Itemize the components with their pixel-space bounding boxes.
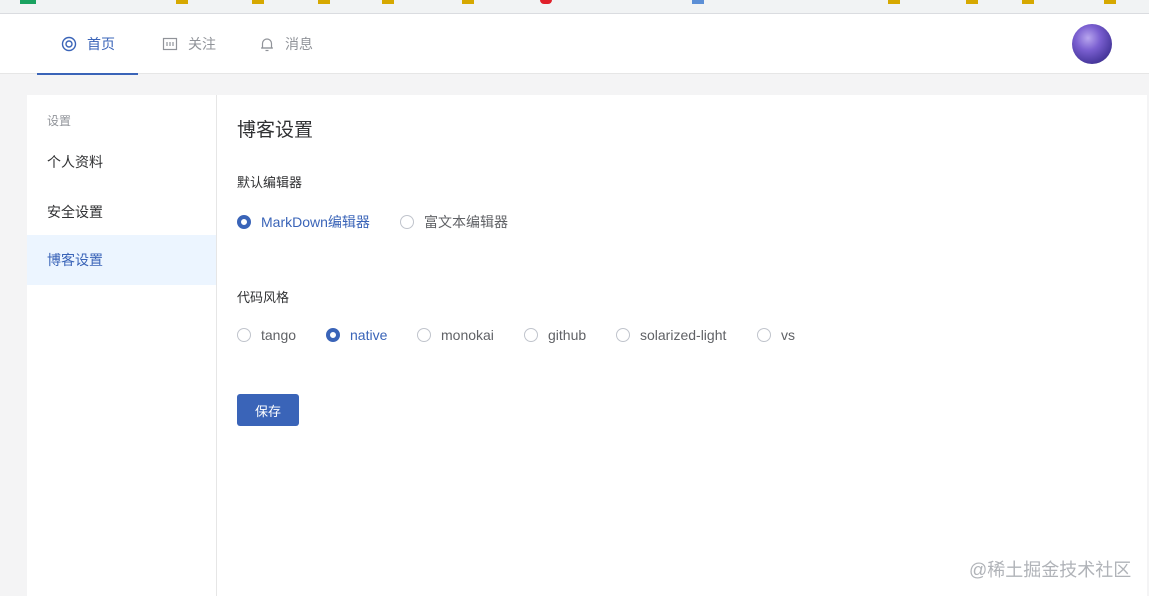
radio-markdown-editor[interactable]: MarkDown编辑器 <box>237 212 370 232</box>
radio-monokai[interactable]: monokai <box>417 327 494 343</box>
radio-vs[interactable]: vs <box>757 327 795 343</box>
settings-sidebar: 设置 个人资料 安全设置 博客设置 <box>27 95 217 596</box>
radio-indicator <box>524 328 538 342</box>
radio-github[interactable]: github <box>524 327 586 343</box>
radio-label: vs <box>781 327 795 343</box>
code-style-section-label: 代码风格 <box>237 290 290 305</box>
bookmark-icon <box>20 0 36 4</box>
sidebar-item-security[interactable]: 安全设置 <box>27 187 216 237</box>
radio-solarized-light[interactable]: solarized-light <box>616 327 726 343</box>
nav-item-messages[interactable]: 消息 <box>259 14 313 74</box>
bookmark-icon <box>252 0 264 4</box>
radio-label: github <box>548 327 587 343</box>
radio-indicator <box>326 328 340 342</box>
radio-richtext-editor[interactable]: 富文本编辑器 <box>400 212 508 232</box>
radio-label: native <box>350 327 388 343</box>
bell-icon <box>261 38 273 52</box>
bookmark-icon <box>966 0 978 4</box>
top-navigation: 首页 关注 消息 <box>0 14 1149 75</box>
bookmark-icon <box>692 0 704 4</box>
nav-item-label: 首页 <box>87 36 115 52</box>
page-title: 博客设置 <box>237 120 314 141</box>
bookmark-icon <box>540 0 552 4</box>
radio-label: solarized-light <box>640 327 727 343</box>
nav-item-label: 消息 <box>285 36 313 52</box>
avatar[interactable] <box>1072 24 1112 64</box>
radio-label: 富文本编辑器 <box>424 214 508 230</box>
bookmark-icon <box>888 0 900 4</box>
nav-item-label: 关注 <box>188 36 216 52</box>
home-icon <box>61 36 77 52</box>
browser-bookmark-strip <box>0 0 1149 14</box>
watermark: @稀土掘金技术社区 <box>969 560 1132 580</box>
editor-section-label: 默认编辑器 <box>237 175 303 190</box>
radio-indicator <box>616 328 630 342</box>
bookmark-icon <box>382 0 394 4</box>
radio-indicator <box>417 328 431 342</box>
bookmark-icon <box>318 0 330 4</box>
follow-icon <box>162 37 178 51</box>
nav-item-home[interactable]: 首页 <box>37 14 138 75</box>
sidebar-item-profile[interactable]: 个人资料 <box>27 137 216 187</box>
save-button[interactable]: 保存 <box>237 394 299 426</box>
nav-item-follow[interactable]: 关注 <box>162 14 216 74</box>
bookmark-icon <box>1022 0 1034 4</box>
bookmark-icon <box>176 0 188 4</box>
radio-indicator <box>400 215 414 229</box>
settings-card: 设置 个人资料 安全设置 博客设置 博客设置 默认编辑器 MarkDown编辑器… <box>27 95 1147 596</box>
bookmark-icon <box>1104 0 1116 4</box>
bookmark-icon <box>462 0 474 4</box>
radio-label: monokai <box>441 327 494 343</box>
radio-tango[interactable]: tango <box>237 327 296 343</box>
radio-indicator <box>757 328 771 342</box>
radio-label: tango <box>261 327 297 343</box>
sidebar-group-label: 设置 <box>47 114 72 128</box>
radio-indicator <box>237 328 251 342</box>
radio-label: MarkDown编辑器 <box>261 214 370 230</box>
sidebar-item-blog[interactable]: 博客设置 <box>27 235 216 285</box>
radio-native[interactable]: native <box>326 327 387 343</box>
radio-indicator <box>237 215 251 229</box>
